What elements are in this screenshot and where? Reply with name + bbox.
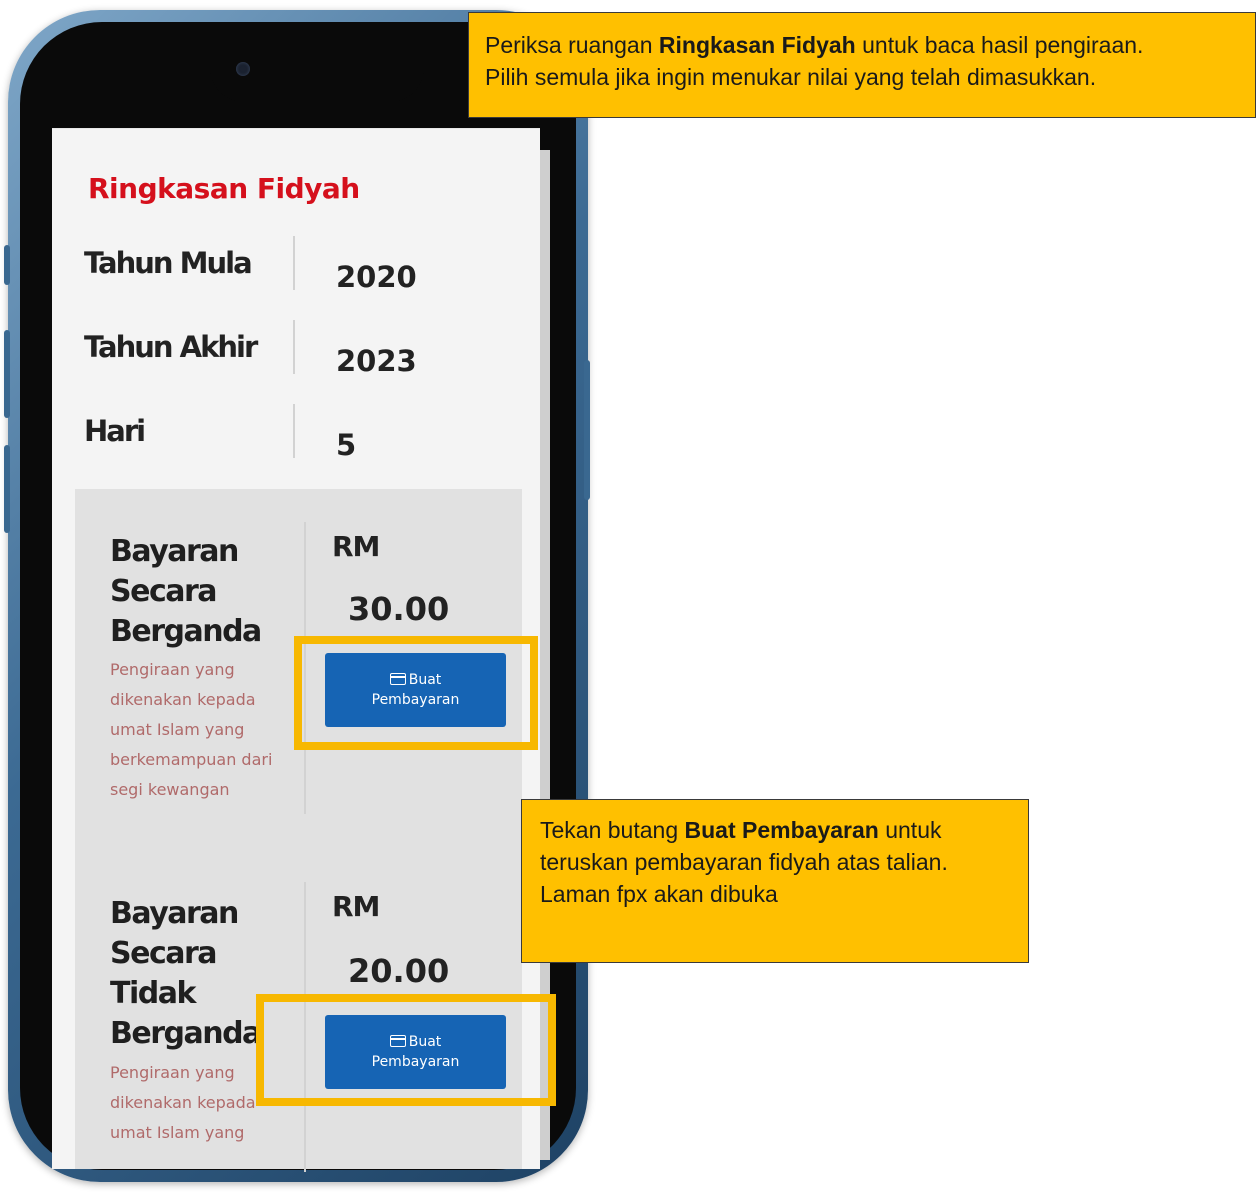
camera-icon xyxy=(236,62,250,76)
end-year-label: Tahun Akhir xyxy=(84,330,258,364)
phone-volume-down xyxy=(4,445,10,533)
payment-amount: 30.00 xyxy=(348,590,450,628)
phone-volume-up xyxy=(4,330,10,418)
payment-option-title: Bayaran Secara Tidak Berganda xyxy=(110,896,262,1051)
divider xyxy=(293,236,295,290)
summary-title: Ringkasan Fidyah xyxy=(88,172,360,205)
callout-text: Periksa ruangan xyxy=(485,32,659,58)
instruction-callout-summary: Periksa ruangan Ringkasan Fidyah untuk b… xyxy=(468,12,1256,118)
divider xyxy=(293,404,295,458)
currency-label: RM xyxy=(332,890,380,923)
phone-power-button xyxy=(584,360,590,500)
phone-side-button xyxy=(4,245,10,285)
highlight-box xyxy=(294,636,538,750)
payment-amount: 20.00 xyxy=(348,952,450,990)
start-year-label: Tahun Mula xyxy=(84,246,253,280)
end-year-value: 2023 xyxy=(336,344,417,378)
callout-text: Tekan butang xyxy=(540,817,685,843)
payment-option-description: Pengiraan yang dikenakan kepada umat Isl… xyxy=(110,660,273,799)
phone-notch xyxy=(210,44,424,102)
days-value: 5 xyxy=(336,428,357,462)
callout-text: Pilih semula jika ingin menukar nilai ya… xyxy=(485,64,1097,90)
divider xyxy=(293,320,295,374)
callout-bold-text: Buat Pembayaran xyxy=(684,817,879,843)
callout-text: teruskan pembayaran fidyah atas talian. xyxy=(540,849,948,875)
payment-option-title: Bayaran Secara Berganda xyxy=(110,534,262,649)
days-label: Hari xyxy=(84,414,146,448)
callout-text: Laman fpx akan dibuka xyxy=(540,881,778,907)
instruction-callout-payment: Tekan butang Buat Pembayaran untuk terus… xyxy=(521,799,1029,963)
callout-text: untuk baca hasil pengiraan. xyxy=(855,32,1144,58)
callout-bold-text: Ringkasan Fidyah xyxy=(658,32,856,58)
currency-label: RM xyxy=(332,530,380,563)
start-year-value: 2020 xyxy=(336,260,417,294)
highlight-box xyxy=(256,994,556,1106)
callout-text: untuk xyxy=(878,817,942,843)
